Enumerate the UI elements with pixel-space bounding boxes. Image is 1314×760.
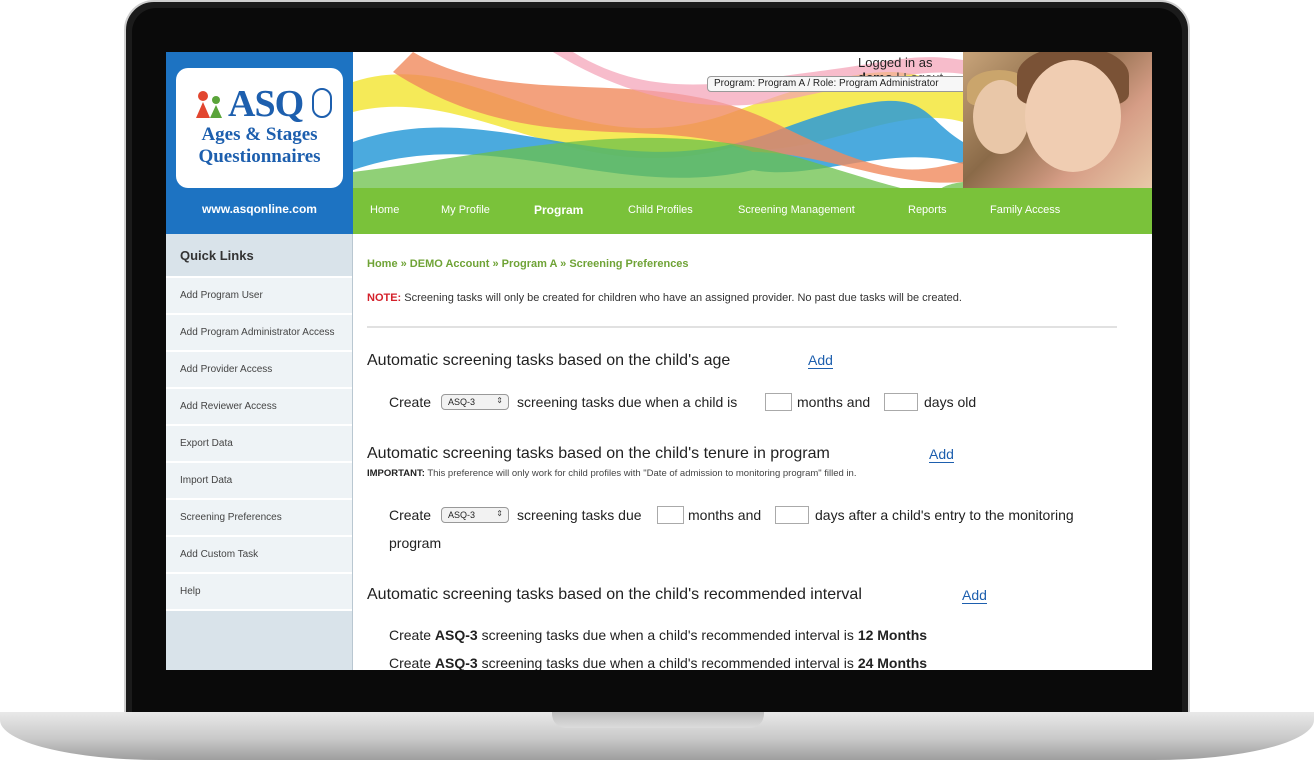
tenure-section-title: Automatic screening tasks based on the c… bbox=[367, 445, 830, 462]
divider bbox=[367, 326, 1117, 328]
quick-links-sidebar: Quick Links Add Program User Add Program… bbox=[166, 234, 353, 670]
age-months-input[interactable] bbox=[765, 393, 792, 411]
people-logo-icon bbox=[196, 91, 222, 118]
age-text-2: months and bbox=[797, 394, 871, 410]
nav-my-profile[interactable]: My Profile bbox=[441, 204, 490, 216]
site-url: www.asqonline.com bbox=[202, 202, 317, 216]
interval-section-title: Automatic screening tasks based on the c… bbox=[367, 586, 862, 603]
age-text-1: screening tasks due when a child is bbox=[517, 394, 738, 410]
main-nav: Home My Profile Program Child Profiles S… bbox=[353, 188, 1152, 234]
asq-logo[interactable]: ASQ Ages & Stages Questionnaires bbox=[176, 68, 343, 188]
select-arrows-icon: ⇕ bbox=[496, 509, 503, 518]
tenure-add-link[interactable]: Add bbox=[929, 446, 954, 463]
sidebar-item-add-program-user[interactable]: Add Program User bbox=[166, 278, 352, 315]
age-text-3: days old bbox=[924, 394, 977, 410]
tenure-tool-select[interactable]: ASQ-3 ⇕ bbox=[441, 507, 509, 523]
tenure-text-4: program bbox=[389, 535, 442, 551]
age-create-label: Create bbox=[389, 394, 432, 410]
nav-child-profiles[interactable]: Child Profiles bbox=[628, 204, 693, 216]
interval-row-2: Create ASQ-3 screening tasks due when a … bbox=[389, 655, 927, 670]
interval-row-2-value: 24 Months bbox=[857, 655, 928, 670]
select-arrows-icon: ⇕ bbox=[496, 396, 503, 405]
tenure-text-1: screening tasks due bbox=[517, 507, 642, 523]
children-photo bbox=[963, 52, 1152, 188]
nav-home[interactable]: Home bbox=[370, 204, 399, 216]
nav-reports[interactable]: Reports bbox=[908, 204, 947, 216]
laptop-notch bbox=[552, 712, 764, 728]
nav-program[interactable]: Program bbox=[534, 203, 583, 217]
tenure-months-input[interactable] bbox=[657, 506, 684, 524]
note-label: NOTE: bbox=[367, 292, 402, 304]
interval-row-1: Create ASQ-3 screening tasks due when a … bbox=[389, 627, 927, 643]
interval-row-1-middle: screening tasks due when a child's recom… bbox=[481, 627, 854, 643]
sidebar-item-screening-preferences[interactable]: Screening Preferences bbox=[166, 500, 352, 537]
logo-tagline-2: Questionnaires bbox=[198, 146, 321, 167]
header-banner: Logged in as demo | Logout Program: Prog… bbox=[353, 52, 963, 188]
age-section-title: Automatic screening tasks based on the c… bbox=[367, 352, 731, 369]
interval-add-link[interactable]: Add bbox=[962, 587, 987, 604]
interval-row-1-tool: ASQ-3 bbox=[434, 627, 478, 643]
age-days-input[interactable] bbox=[884, 393, 918, 411]
program-role-select[interactable]: Program: Program A / Role: Program Admin… bbox=[707, 76, 963, 92]
tenure-text-3: days after a child's entry to the monito… bbox=[815, 507, 1074, 523]
interval-row-2-create: Create bbox=[389, 655, 432, 670]
quick-links-title: Quick Links bbox=[166, 234, 352, 278]
tenure-text-2: months and bbox=[688, 507, 762, 523]
app-screen: ASQ Ages & Stages Questionnaires www.asq… bbox=[166, 52, 1152, 670]
sidebar-item-help[interactable]: Help bbox=[166, 574, 352, 611]
tenure-tool-value: ASQ-3 bbox=[448, 510, 476, 520]
interval-row-2-tool: ASQ-3 bbox=[434, 655, 478, 670]
note-body: Screening tasks will only be created for… bbox=[401, 292, 962, 304]
logo-tagline-1: Ages & Stages bbox=[201, 124, 318, 145]
nav-screening-management[interactable]: Screening Management bbox=[738, 204, 855, 216]
interval-row-2-middle: screening tasks due when a child's recom… bbox=[481, 655, 854, 670]
logged-in-prefix: Logged in as bbox=[858, 55, 933, 70]
interval-row-1-create: Create bbox=[389, 627, 432, 643]
logo-wordmark: ASQ bbox=[228, 83, 304, 125]
sidebar-item-add-custom-task[interactable]: Add Custom Task bbox=[166, 537, 352, 574]
age-tool-select[interactable]: ASQ-3 ⇕ bbox=[441, 394, 509, 410]
logo-block: ASQ Ages & Stages Questionnaires www.asq… bbox=[166, 52, 353, 234]
program-role-value: Program: Program A / Role: Program Admin… bbox=[714, 78, 939, 89]
mouse-icon bbox=[312, 88, 332, 118]
important-note: IMPORTANT: This preference will only wor… bbox=[367, 468, 857, 479]
note-text: NOTE: Screening tasks will only be creat… bbox=[367, 292, 962, 304]
sidebar-item-add-provider[interactable]: Add Provider Access bbox=[166, 352, 352, 389]
age-tool-value: ASQ-3 bbox=[448, 397, 476, 407]
nav-family-access[interactable]: Family Access bbox=[990, 204, 1060, 216]
important-body: This preference will only work for child… bbox=[424, 468, 857, 479]
sidebar-item-export-data[interactable]: Export Data bbox=[166, 426, 352, 463]
sidebar-item-add-program-admin[interactable]: Add Program Administrator Access bbox=[166, 315, 352, 352]
interval-row-1-value: 12 Months bbox=[857, 627, 928, 643]
tenure-create-label: Create bbox=[389, 507, 432, 523]
sidebar-item-add-reviewer[interactable]: Add Reviewer Access bbox=[166, 389, 352, 426]
sidebar-item-import-data[interactable]: Import Data bbox=[166, 463, 352, 500]
age-add-link[interactable]: Add bbox=[808, 352, 833, 369]
important-label: IMPORTANT: bbox=[367, 468, 425, 479]
breadcrumb[interactable]: Home » DEMO Account » Program A » Screen… bbox=[367, 258, 689, 270]
tenure-days-input[interactable] bbox=[775, 506, 809, 524]
